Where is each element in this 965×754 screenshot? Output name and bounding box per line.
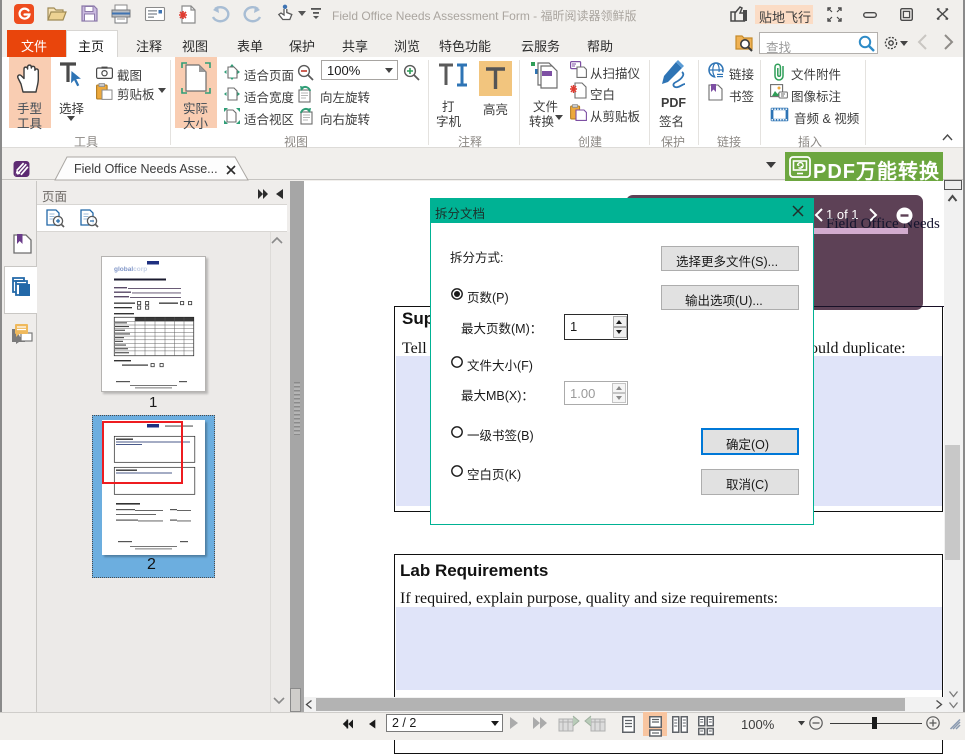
svg-text:globalcorp: globalcorp: [114, 266, 147, 273]
